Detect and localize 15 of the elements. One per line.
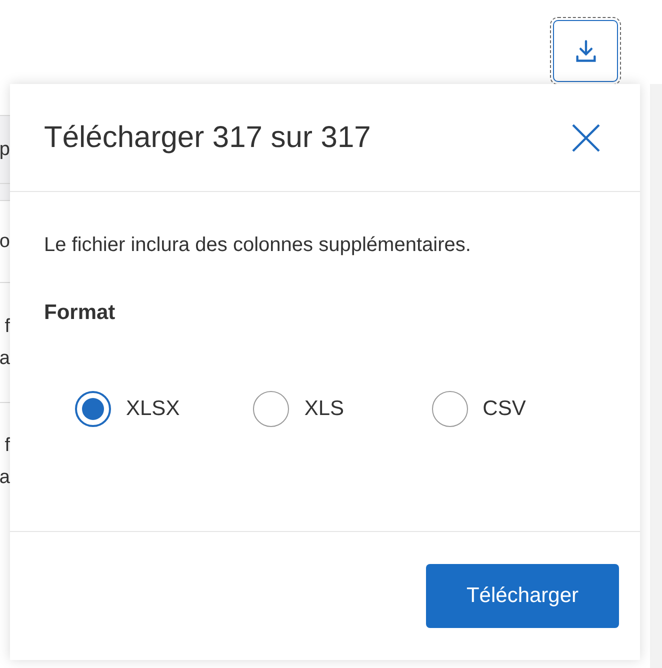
- format-label: Format: [44, 300, 116, 326]
- table-cell-text: o: [0, 230, 10, 254]
- table-cell-text: a: [0, 466, 10, 490]
- info-text: Le fichier inclura des colonnes supplémentaires.: [44, 233, 472, 258]
- download-button[interactable]: [553, 20, 618, 82]
- table-cell-text: f: [4, 314, 10, 338]
- table-cell-text: a: [0, 346, 10, 370]
- download-submit-button[interactable]: Télécharger: [426, 564, 619, 628]
- format-radio[interactable]: CSV: [432, 390, 610, 426]
- format-radio[interactable]: XLS: [253, 390, 432, 426]
- close-icon: [571, 122, 601, 152]
- format-radio[interactable]: XLSX: [75, 390, 254, 426]
- dialog-title: Télécharger 317 sur 317: [44, 120, 371, 156]
- table-cell-text: f: [4, 434, 10, 458]
- table-cell-text: p: [0, 138, 10, 162]
